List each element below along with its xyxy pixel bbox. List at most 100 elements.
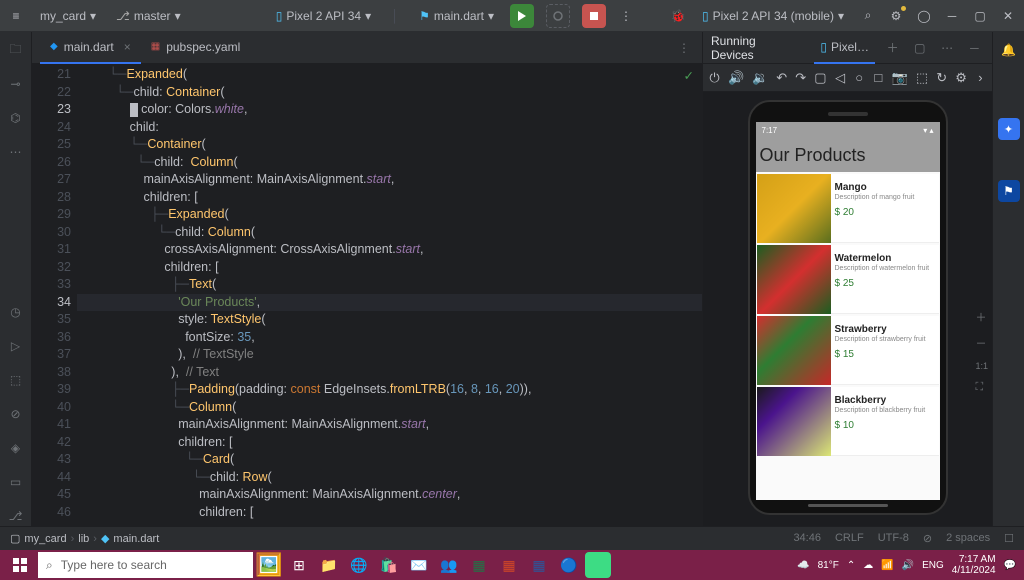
code-line[interactable]: ├─Padding(padding: const EdgeInsets.from… — [77, 381, 702, 399]
project-selector[interactable]: my_card ▾ — [36, 7, 100, 25]
start-button[interactable] — [4, 551, 36, 579]
code-line[interactable]: children: [ — [77, 189, 702, 207]
run-button[interactable] — [510, 4, 534, 28]
code-line[interactable]: color: Colors.white, — [77, 101, 702, 119]
profile-icon[interactable]: ◯ — [916, 8, 932, 24]
logcat-tool-icon[interactable]: ▭ — [6, 472, 26, 492]
rotate-left-icon[interactable]: ↶ — [776, 70, 787, 86]
clock[interactable]: 7:17 AM 4/11/2024 — [952, 554, 996, 576]
reload-icon[interactable]: ↻ — [936, 70, 947, 86]
panel-minimize-icon[interactable]: ─ — [965, 38, 984, 58]
vcs-tool-icon[interactable]: ⎇ — [6, 506, 26, 526]
rotate-right-icon[interactable]: ↷ — [795, 70, 806, 86]
store-icon[interactable]: 🛍️ — [375, 551, 403, 579]
wifi-icon[interactable]: 📶 — [881, 560, 893, 571]
panel-menu-icon[interactable]: ⋯ — [937, 38, 956, 58]
product-card[interactable]: StrawberryDescription of strawberry frui… — [757, 316, 939, 385]
code-line[interactable]: └─Column( — [77, 399, 702, 417]
code-line[interactable]: └─child: Container( — [77, 84, 702, 102]
project-tool-icon[interactable]: 🗀 — [6, 40, 26, 60]
commit-tool-icon[interactable]: ⊸ — [6, 74, 26, 94]
explorer-icon[interactable]: 📁 — [315, 551, 343, 579]
phone-screen[interactable]: 7:17 ▾ ▴ Our Products MangoDescription o… — [756, 122, 940, 500]
code-line[interactable]: mainAxisAlignment: MainAxisAlignment.sta… — [77, 171, 702, 189]
indent-setting[interactable]: 2 spaces — [946, 532, 990, 545]
teams-icon[interactable]: 👥 — [435, 551, 463, 579]
record-icon[interactable]: ⬚ — [916, 70, 928, 86]
home-icon[interactable]: ○ — [854, 70, 865, 86]
camera-icon[interactable]: 📷 — [892, 70, 908, 86]
code-line[interactable]: ), // Text — [77, 364, 702, 382]
tab-pubspec[interactable]: ▦ pubspec.yaml — [141, 32, 251, 64]
code-line[interactable]: style: TextStyle( — [77, 311, 702, 329]
debug-button[interactable] — [546, 4, 570, 28]
code-line[interactable]: mainAxisAlignment: MainAxisAlignment.sta… — [77, 416, 702, 434]
code-line[interactable]: └─Container( — [77, 136, 702, 154]
settings-icon[interactable]: ⚙ — [888, 8, 904, 24]
edge-icon[interactable]: 🌐 — [345, 551, 373, 579]
branch-selector[interactable]: ⎇ master ▾ — [112, 7, 185, 25]
maximize-icon[interactable]: ▢ — [972, 8, 988, 24]
search-icon[interactable]: ⌕ — [860, 8, 876, 24]
power-icon[interactable]: ⏻ — [709, 70, 720, 86]
device-selector[interactable]: ▯ Pixel 2 API 34 (mobile) ▾ — [698, 7, 848, 25]
inspector-tool-icon[interactable]: ◈ — [6, 438, 26, 458]
tab-main-dart[interactable]: ◆ main.dart × — [40, 32, 141, 64]
back-icon[interactable]: ◁ — [835, 70, 846, 86]
word-icon[interactable]: ▦ — [525, 551, 553, 579]
code-line[interactable]: └─child: Row( — [77, 469, 702, 487]
language-indicator[interactable]: ENG — [922, 560, 944, 571]
settings2-icon[interactable]: ⚙ — [955, 70, 967, 86]
weather-icon[interactable]: ☁️ — [797, 560, 809, 571]
weather-temp[interactable]: 81°F — [818, 560, 839, 571]
window-icon[interactable]: ▢ — [910, 38, 929, 58]
code-line[interactable]: fontSize: 35, — [77, 329, 702, 347]
code-line[interactable]: └─Card( — [77, 451, 702, 469]
emulator-selector[interactable]: ▯ Pixel 2 API 34 ▾ — [272, 7, 375, 25]
code-line[interactable]: child: — [77, 119, 702, 137]
code-line[interactable]: ├─Text( — [77, 276, 702, 294]
tab-menu-icon[interactable]: ⋮ — [674, 38, 694, 58]
zoom-ratio[interactable]: 1:1 — [975, 361, 988, 371]
code-line[interactable]: └─child: Column( — [77, 224, 702, 242]
mail-icon[interactable]: ✉️ — [405, 551, 433, 579]
line-separator[interactable]: CRLF — [835, 532, 864, 545]
bc-project[interactable]: my_card — [24, 533, 66, 545]
add-device-icon[interactable]: ＋ — [883, 38, 902, 58]
taskview-icon[interactable]: ⊞ — [285, 551, 313, 579]
run-tool-icon[interactable]: ▷ — [6, 336, 26, 356]
tray-chevron-icon[interactable]: ⌃ — [847, 560, 855, 571]
code-line[interactable]: ├─Expanded( — [77, 206, 702, 224]
code-line[interactable]: 'Our Products', — [77, 294, 702, 312]
screenshot-icon[interactable]: ▢ — [814, 70, 826, 86]
bug-icon[interactable]: 🐞 — [670, 8, 686, 24]
chrome-icon[interactable]: 🔵 — [555, 551, 583, 579]
zoom-out-icon[interactable]: － — [975, 335, 988, 351]
run-config[interactable]: ⚑ main.dart ▾ — [415, 7, 498, 25]
flutter-inspector-icon[interactable]: ⚑ — [998, 180, 1020, 202]
code-line[interactable]: children: [ — [77, 259, 702, 277]
code-line[interactable]: mainAxisAlignment: MainAxisAlignment.cen… — [77, 486, 702, 504]
onedrive-icon[interactable]: ☁ — [863, 560, 873, 571]
problems-tool-icon[interactable]: ⊘ — [6, 404, 26, 424]
taskbar-search[interactable]: ⌕ Type here to search — [38, 552, 253, 578]
code-editor[interactable]: 2122232425262728293031323334353637383940… — [32, 64, 702, 526]
volume-down-icon[interactable]: 🔉 — [752, 70, 768, 86]
code-line[interactable]: children: [ — [77, 504, 702, 522]
device-tab[interactable]: ▯ Pixel… — [814, 32, 875, 64]
excel-icon[interactable]: ▦ — [465, 551, 493, 579]
close-icon[interactable]: × — [124, 40, 131, 54]
lock-icon[interactable]: ⊘ — [923, 532, 932, 545]
android-studio-icon[interactable] — [585, 552, 611, 578]
profiler-icon[interactable]: ◷ — [6, 302, 26, 322]
powerpoint-icon[interactable]: ▦ — [495, 551, 523, 579]
product-card[interactable]: BlackberryDescription of blackberry frui… — [757, 387, 939, 456]
notifications-tray-icon[interactable]: 💬 — [1004, 560, 1016, 571]
bc-folder[interactable]: lib — [78, 533, 89, 545]
breadcrumb[interactable]: ▢ my_card › lib › ◆ main.dart — [10, 532, 159, 545]
product-card[interactable]: WatermelonDescription of watermelon frui… — [757, 245, 939, 314]
cortana-icon[interactable]: 🖼️ — [255, 551, 283, 579]
zoom-in-icon[interactable]: ＋ — [975, 309, 988, 325]
code-content[interactable]: ✓ └─Expanded( └─child: Container( color:… — [77, 64, 702, 526]
volume-icon[interactable]: 🔊 — [902, 560, 914, 571]
